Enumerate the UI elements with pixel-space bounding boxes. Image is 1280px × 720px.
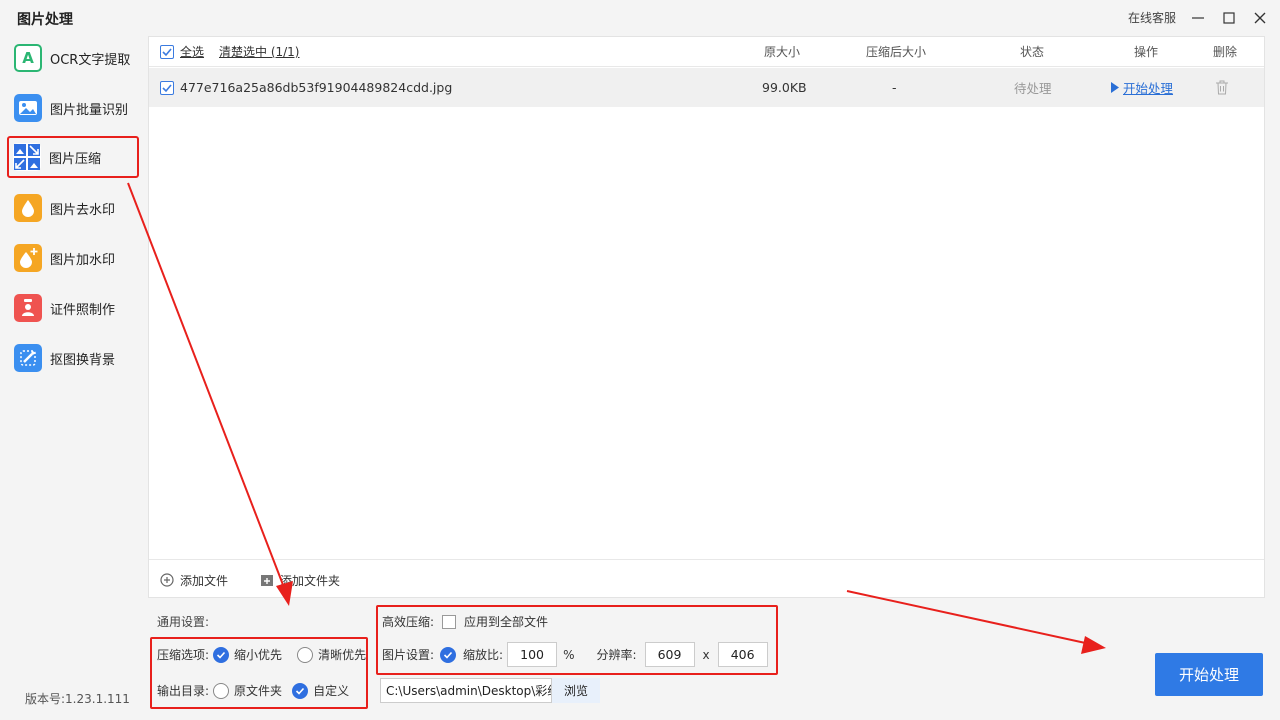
add-folder-button[interactable]: 添加文件夹 [260, 560, 340, 600]
efficient-compress-row: 高效压缩: 应用到全部文件 [382, 613, 548, 630]
sidebar-item-remove-watermark[interactable]: 图片去水印 [10, 189, 138, 227]
image-settings-label: 图片设置: [382, 648, 435, 662]
select-all-checkbox[interactable] [160, 44, 174, 59]
cutout-icon [14, 344, 42, 372]
sidebar-item-label: 图片加水印 [50, 252, 116, 268]
play-icon [1111, 82, 1119, 93]
sidebar-item-label: OCR文字提取 [50, 52, 131, 68]
delete-button[interactable] [1215, 68, 1229, 107]
arrow-head-to-start [1081, 636, 1106, 654]
radio-original-folder[interactable] [213, 682, 230, 699]
col-action: 操作 [1134, 45, 1159, 59]
general-settings-label: 通用设置: [157, 615, 210, 629]
maximize-icon [1223, 12, 1235, 24]
add-file-label: 添加文件 [180, 573, 229, 588]
trash-icon [1216, 80, 1228, 95]
sidebar-item-label: 图片去水印 [50, 202, 116, 218]
ocr-icon: A [14, 44, 42, 72]
sidebar-item-id-photo[interactable]: 证件照制作 [10, 289, 138, 327]
compress-option-label: 压缩选项: [157, 648, 210, 662]
original-size-value: 99.0KB [762, 80, 807, 95]
file-list-panel: 全选 清楚选中 (1/1) 原大小 压缩后大小 状态 操作 删除 477e716… [148, 36, 1265, 598]
shrink-priority-label[interactable]: 缩小优先 [234, 646, 282, 663]
sidebar-item-image-compress[interactable]: 图片压缩 [7, 136, 139, 178]
col-status: 状态 [1020, 45, 1045, 59]
compressed-size-value: - [892, 80, 897, 95]
scale-label: 缩放比: [463, 648, 504, 662]
output-dir-row: 输出目录: 原文件夹 自定义 [157, 682, 349, 699]
plus-circle-icon [160, 573, 174, 587]
clarity-priority-label[interactable]: 清晰优先 [318, 646, 366, 663]
image-settings-row: 图片设置: 缩放比: 100 % 分辨率: 609 x 406 [382, 642, 768, 667]
clear-selected-link[interactable]: 清楚选中 (1/1) [219, 43, 300, 60]
check-icon [216, 651, 226, 659]
sidebar-item-label: 抠图换背景 [50, 352, 116, 368]
scale-input[interactable]: 100 [507, 642, 558, 667]
apply-all-label[interactable]: 应用到全部文件 [464, 613, 548, 630]
col-original-size: 原大小 [764, 45, 801, 59]
image-recognize-icon [14, 94, 42, 122]
output-dir-label: 输出目录: [157, 684, 210, 698]
start-process-button[interactable]: 开始处理 [1155, 653, 1263, 696]
status-value: 待处理 [1014, 81, 1052, 96]
app-title: 图片处理 [17, 12, 73, 28]
height-input[interactable]: 406 [717, 642, 768, 667]
sidebar-item-label: 证件照制作 [50, 302, 116, 318]
row-checkbox[interactable] [160, 80, 174, 95]
add-watermark-icon [14, 244, 42, 272]
select-all-link[interactable]: 全选 [180, 43, 204, 60]
compress-options-row: 压缩选项: 缩小优先 清晰优先 [157, 646, 366, 663]
maximize-button[interactable] [1219, 8, 1239, 28]
radio-custom-folder[interactable] [292, 682, 309, 699]
sidebar-item-label: 图片批量识别 [50, 102, 129, 118]
resolution-label: 分辨率: [596, 648, 637, 662]
table-header: 全选 清楚选中 (1/1) 原大小 压缩后大小 状态 操作 删除 [149, 37, 1264, 67]
check-icon [162, 47, 172, 56]
radio-clarity-priority[interactable] [297, 646, 314, 663]
col-delete: 删除 [1213, 45, 1238, 59]
scale-toggle[interactable] [440, 646, 457, 663]
add-bar: 添加文件 添加文件夹 [149, 559, 1264, 599]
col-compressed-size: 压缩后大小 [866, 45, 927, 59]
output-path-input[interactable]: C:\Users\admin\Desktop\彩纸 [380, 678, 552, 703]
file-name: 477e716a25a86db53f91904489824cdd.jpg [180, 80, 453, 95]
table-row[interactable]: 477e716a25a86db53f91904489824cdd.jpg 99.… [149, 68, 1264, 107]
scale-unit: % [563, 647, 575, 662]
radio-shrink-priority[interactable] [213, 646, 230, 663]
minimize-icon [1192, 17, 1204, 19]
sidebar-item-label: 图片压缩 [49, 151, 102, 167]
id-photo-icon [14, 294, 42, 322]
efficient-compress-label: 高效压缩: [382, 615, 435, 629]
start-process-label: 开始处理 [1123, 81, 1174, 96]
remove-watermark-icon [14, 194, 42, 222]
sidebar: A OCR文字提取 图片批量识别 图片压缩 图片去水印 图片加水印 证件照制作 … [0, 36, 148, 720]
minimize-button[interactable] [1188, 8, 1208, 28]
online-support-link[interactable]: 在线客服 [1128, 9, 1176, 26]
original-folder-label[interactable]: 原文件夹 [234, 682, 282, 699]
close-button[interactable] [1250, 8, 1270, 28]
add-folder-label: 添加文件夹 [280, 573, 341, 588]
width-input[interactable]: 609 [644, 642, 695, 667]
image-compress-icon [13, 143, 41, 171]
custom-folder-label[interactable]: 自定义 [313, 682, 349, 699]
sidebar-item-add-watermark[interactable]: 图片加水印 [10, 239, 138, 277]
times-sign: x [702, 647, 710, 662]
add-file-button[interactable]: 添加文件 [160, 560, 228, 600]
check-icon [443, 651, 453, 659]
check-icon [295, 687, 305, 695]
version-label: 版本号:1.23.1.111 [25, 692, 130, 706]
sidebar-item-ocr[interactable]: A OCR文字提取 [10, 39, 138, 77]
browse-button[interactable]: 浏览 [552, 678, 600, 703]
start-process-link[interactable]: 开始处理 [1110, 78, 1173, 97]
close-icon [1254, 12, 1266, 24]
apply-all-checkbox[interactable] [442, 614, 457, 629]
title-bar: 图片处理 在线客服 [0, 0, 1280, 36]
check-icon [162, 83, 172, 92]
add-folder-icon [261, 575, 273, 586]
sidebar-item-cutout[interactable]: 抠图换背景 [10, 339, 138, 377]
sidebar-item-image-recognize[interactable]: 图片批量识别 [10, 89, 138, 127]
